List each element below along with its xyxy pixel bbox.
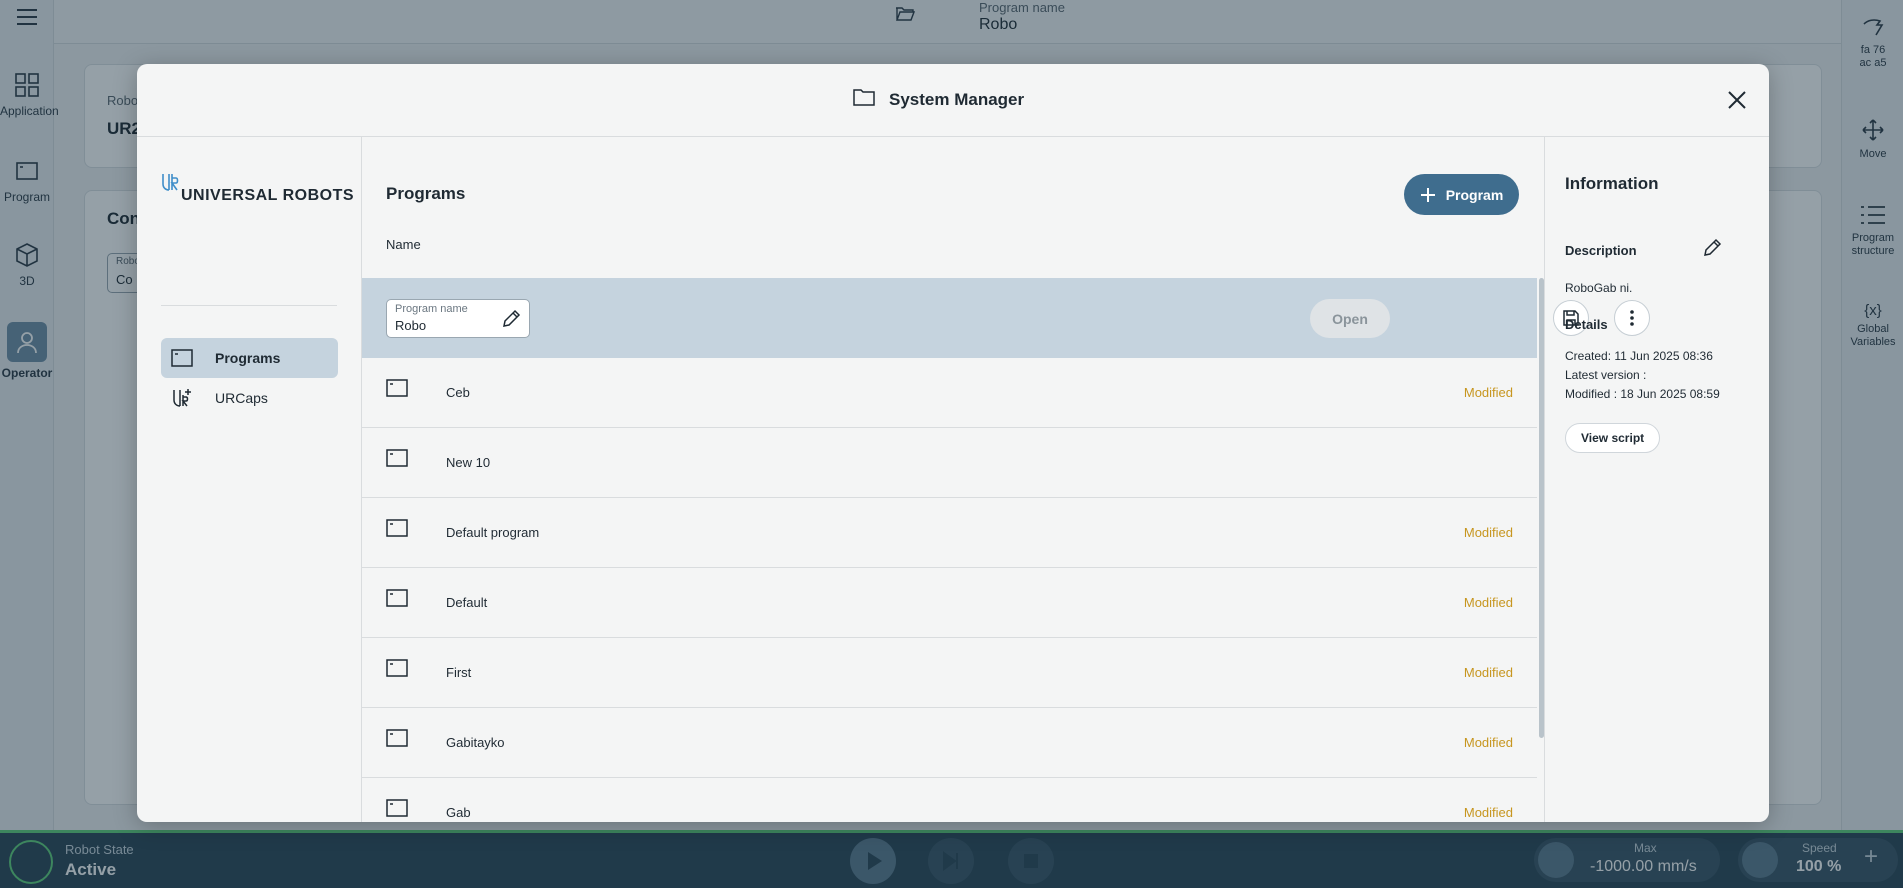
created-date: Created: 11 Jun 2025 08:36 — [1565, 349, 1713, 363]
modified-status: Modified — [1463, 595, 1513, 610]
plus-icon — [1420, 187, 1435, 202]
program-name: First — [446, 665, 472, 680]
program-icon — [386, 589, 408, 607]
dialog-sidebar: UNIVERSAL ROBOTS Programs URCaps — [137, 137, 362, 822]
details-heading: Details — [1565, 317, 1608, 332]
sidebar-item-label: Programs — [215, 350, 281, 366]
latest-version: Latest version : — [1565, 368, 1647, 382]
program-name: Gab — [446, 805, 471, 820]
sidebar-item-label: URCaps — [215, 390, 268, 406]
program-row[interactable]: Gab Modified — [362, 778, 1537, 822]
program-name: New 10 — [446, 455, 491, 470]
dialog-title: System Manager — [889, 90, 1025, 109]
pencil-icon[interactable] — [500, 308, 522, 330]
open-button[interactable]: Open — [1310, 299, 1390, 338]
selected-program-row[interactable]: Program name Open — [362, 278, 1650, 358]
modified-date: Modified : 18 Jun 2025 08:59 — [1565, 387, 1720, 401]
program-list: Ceb Modified New 10 Default program Modi… — [362, 358, 1537, 822]
program-row[interactable]: Gabitayko Modified — [362, 708, 1537, 778]
program-row[interactable]: New 10 — [362, 428, 1537, 498]
program-name: Default program — [446, 525, 540, 540]
programs-panel: Programs Program Name Program name Open — [362, 137, 1650, 822]
program-icon — [386, 519, 408, 537]
modified-status: Modified — [1463, 665, 1513, 680]
ur-logo-icon — [162, 174, 179, 191]
programs-title: Programs — [386, 184, 466, 203]
modified-status: Modified — [1463, 525, 1513, 540]
add-program-button[interactable]: Program — [1404, 174, 1519, 215]
system-manager-dialog: System Manager UNIVERSAL ROBOTS Programs… — [137, 64, 1769, 822]
description-heading: Description — [1565, 243, 1637, 258]
description-text: RoboGab ni. — [1565, 281, 1633, 295]
program-icon — [386, 379, 408, 397]
program-name: Default — [446, 595, 488, 610]
pencil-icon[interactable] — [1701, 237, 1723, 259]
view-script-button[interactable]: View script — [1565, 423, 1661, 453]
program-row[interactable]: First Modified — [362, 638, 1537, 708]
brand-logo-text: UNIVERSAL ROBOTS — [181, 187, 355, 204]
information-title: Information — [1565, 174, 1659, 193]
sidebar-divider — [161, 305, 337, 306]
program-name-input[interactable] — [395, 318, 485, 333]
sidebar-item-urcaps[interactable]: URCaps — [161, 378, 338, 418]
program-name-field[interactable]: Program name — [386, 299, 530, 338]
urcaps-icon — [171, 387, 193, 409]
modified-status: Modified — [1463, 735, 1513, 750]
program-row[interactable]: Ceb Modified — [362, 358, 1537, 428]
program-row[interactable]: Default program Modified — [362, 498, 1537, 568]
sidebar-item-programs[interactable]: Programs — [161, 338, 338, 378]
modified-status: Modified — [1463, 385, 1513, 400]
program-name-field-label: Program name — [395, 303, 468, 315]
dialog-header: System Manager — [137, 64, 1769, 137]
program-icon — [386, 799, 408, 817]
folder-icon — [853, 89, 875, 106]
modified-status: Modified — [1463, 805, 1513, 820]
information-panel: Information Description RoboGab ni. Deta… — [1544, 137, 1769, 822]
program-icon — [386, 449, 408, 467]
program-icon — [386, 729, 408, 747]
program-icon — [386, 659, 408, 677]
close-icon[interactable] — [1723, 86, 1751, 114]
program-name: Gabitayko — [446, 735, 505, 750]
program-icon — [171, 347, 193, 369]
name-column-header[interactable]: Name — [386, 237, 421, 252]
add-program-label: Program — [1445, 186, 1504, 203]
program-row[interactable]: Default Modified — [362, 568, 1537, 638]
program-name: Ceb — [446, 385, 470, 400]
